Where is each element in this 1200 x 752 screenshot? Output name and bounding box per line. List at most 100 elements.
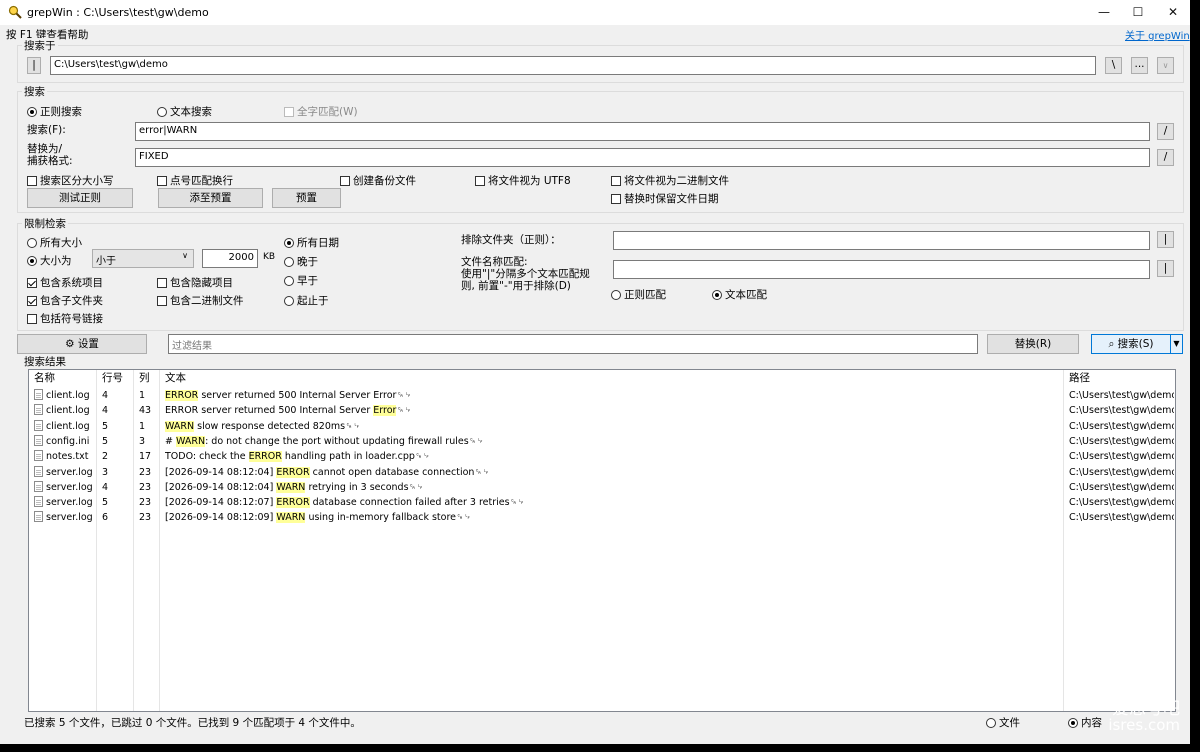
include-system-checkbox[interactable]: 包含系统项目 — [27, 275, 103, 290]
checkbox-icon — [611, 176, 621, 186]
search-regex-helper-button[interactable]: / — [1157, 123, 1174, 140]
add-to-presets-button[interactable]: 添至预置 — [158, 188, 263, 208]
column-header-name[interactable]: 名称 — [34, 370, 55, 386]
keep-date-checkbox[interactable]: 替换时保留文件日期 — [611, 191, 719, 206]
column-header-path[interactable]: 路径 — [1069, 370, 1090, 386]
backup-checkbox[interactable]: 创建备份文件 — [340, 173, 416, 188]
about-link[interactable]: 关于 grepWin — [1125, 27, 1190, 42]
replace-input[interactable]: FIXED — [135, 148, 1150, 167]
backslash-button[interactable]: \ — [1105, 57, 1122, 74]
file-icon — [34, 419, 43, 431]
text-fragment: handling path in loader.cpp␍␊ — [281, 451, 431, 463]
file-match-label-3: 则, 前置"-"用于排除(D) — [461, 280, 571, 292]
filter-results-input[interactable]: 过滤结果 — [168, 334, 978, 354]
results-list[interactable]: 名称 行号 列 文本 路径 client.log 4 1 ERROR server r… — [28, 369, 1176, 712]
file-match-regex-label: 正则匹配 — [624, 289, 666, 301]
include-system-label: 包含系统项目 — [40, 277, 103, 289]
radio-icon — [284, 276, 294, 286]
binary-checkbox[interactable]: 将文件视为二进制文件 — [611, 173, 729, 188]
cell-line: 3 — [102, 466, 109, 478]
all-sizes-radio[interactable]: 所有大小 — [27, 235, 82, 250]
file-match-button[interactable]: | — [1157, 260, 1174, 277]
utf8-checkbox[interactable]: 将文件视为 UTF8 — [475, 173, 571, 188]
file-icon — [34, 496, 43, 508]
replace-regex-helper-button[interactable]: / — [1157, 149, 1174, 166]
cell-column: 3 — [139, 435, 146, 447]
regex-search-radio[interactable]: 正则搜索 — [27, 104, 82, 119]
test-regex-button[interactable]: 测试正则 — [27, 188, 133, 208]
text-fragment: retrying in 3 seconds␍␊ — [305, 481, 424, 493]
close-button[interactable]: ✕ — [1150, 0, 1196, 25]
older-than-label: 早于 — [297, 275, 318, 287]
search-options-dropdown[interactable]: ▼ — [1170, 334, 1183, 354]
file-match-text-radio[interactable]: 文本匹配 — [712, 287, 767, 302]
older-than-radio[interactable]: 早于 — [284, 273, 318, 288]
size-value-input[interactable]: 2000 — [202, 249, 258, 268]
file-name: server.log — [46, 481, 93, 493]
size-is-radio[interactable]: 大小为 — [27, 253, 72, 268]
column-header-column[interactable]: 列 — [139, 370, 150, 386]
path-history-dropdown[interactable]: ∨ — [1157, 57, 1174, 74]
case-sensitive-checkbox[interactable]: 搜索区分大小写 — [27, 173, 114, 188]
table-row[interactable]: client.log 5 1 WARN slow response detected … — [29, 419, 1175, 434]
exclude-dirs-input[interactable] — [613, 231, 1150, 250]
size-operator-select[interactable]: 小于 ∨ — [92, 249, 194, 268]
checkbox-icon — [157, 176, 167, 186]
text-fragment: [2026-09-14 08:12:09] — [165, 512, 277, 524]
replace-button[interactable]: 替换(R) — [987, 334, 1079, 354]
text-search-radio[interactable]: 文本搜索 — [157, 104, 212, 119]
text-fragment: database connection failed after 3 retri… — [309, 497, 525, 509]
include-hidden-label: 包含隐藏项目 — [170, 277, 233, 289]
table-row[interactable]: config.ini 5 3 # WARN: do not change the po… — [29, 434, 1175, 449]
checkbox-icon — [157, 278, 167, 288]
column-header-line[interactable]: 行号 — [102, 370, 123, 386]
search-path-input[interactable]: C:\Users\test\gw\demo — [50, 56, 1096, 75]
include-hidden-checkbox[interactable]: 包含隐藏项目 — [157, 275, 233, 290]
cell-text: [2026-09-14 08:12:04] WARN retrying in 3… — [165, 480, 1060, 495]
table-row[interactable]: client.log 4 1 ERROR server returned 500 In… — [29, 388, 1175, 403]
between-dates-radio[interactable]: 起止于 — [284, 293, 329, 308]
view-files-radio[interactable]: 文件 — [986, 715, 1020, 730]
file-match-regex-radio[interactable]: 正则匹配 — [611, 287, 666, 302]
table-row[interactable]: server.log 4 23 [2026-09-14 08:12:04] WARN … — [29, 480, 1175, 495]
table-row[interactable]: server.log 3 23 [2026-09-14 08:12:04] ERROR… — [29, 465, 1175, 480]
newer-than-radio[interactable]: 晚于 — [284, 254, 318, 269]
column-header-text[interactable]: 文本 — [165, 370, 186, 386]
file-icon — [34, 511, 43, 523]
view-content-radio[interactable]: 内容 — [1068, 715, 1102, 730]
search-input[interactable]: error|WARN — [135, 122, 1150, 141]
include-subfolders-checkbox[interactable]: 包含子文件夹 — [27, 293, 103, 308]
newer-than-label: 晚于 — [297, 256, 318, 268]
radio-icon — [986, 718, 996, 728]
cell-column: 23 — [139, 497, 152, 509]
view-files-label: 文件 — [999, 717, 1020, 729]
table-row[interactable]: server.log 6 23 [2026-09-14 08:12:09] WARN … — [29, 510, 1175, 525]
dot-newline-label: 点号匹配换行 — [170, 175, 233, 187]
all-dates-radio[interactable]: 所有日期 — [284, 235, 339, 250]
title-bar[interactable]: grepWin : C:\Users\test\gw\demo — ☐ ✕ — [0, 0, 1190, 25]
search-in-title: 搜索于 — [22, 38, 58, 53]
settings-button[interactable]: ⚙ 设置 — [17, 334, 147, 354]
table-row[interactable]: server.log 5 23 [2026-09-14 08:12:07] ERROR… — [29, 495, 1175, 510]
cell-name: client.log — [34, 419, 94, 434]
file-name: server.log — [46, 512, 93, 524]
browse-button[interactable]: ... — [1131, 57, 1148, 74]
checkbox-icon — [27, 176, 37, 186]
exclude-dirs-button[interactable]: | — [1157, 231, 1174, 248]
cell-line: 4 — [102, 481, 109, 493]
presets-button[interactable]: 预置 — [272, 188, 341, 208]
cell-path: C:\Users\test\gw\demo — [1069, 466, 1174, 478]
include-symlinks-checkbox[interactable]: 包括符号链接 — [27, 311, 103, 326]
all-sizes-label: 所有大小 — [40, 237, 82, 249]
text-fragment: [2026-09-14 08:12:04] — [165, 466, 277, 478]
cell-text: [2026-09-14 08:12:09] WARN using in-memo… — [165, 510, 1060, 525]
file-icon — [34, 465, 43, 477]
search-button[interactable]: ⌕ 搜索(S) — [1091, 334, 1171, 354]
include-binary-checkbox[interactable]: 包含二进制文件 — [157, 293, 244, 308]
table-row[interactable]: client.log 4 43 ERROR server returned 500 I… — [29, 403, 1175, 418]
search-in-toggle-button[interactable]: | — [27, 57, 41, 74]
table-row[interactable]: notes.txt 2 17 TODO: check the ERROR handli… — [29, 449, 1175, 464]
file-match-input[interactable] — [613, 260, 1150, 279]
dot-newline-checkbox[interactable]: 点号匹配换行 — [157, 173, 233, 188]
radio-icon — [284, 238, 294, 248]
